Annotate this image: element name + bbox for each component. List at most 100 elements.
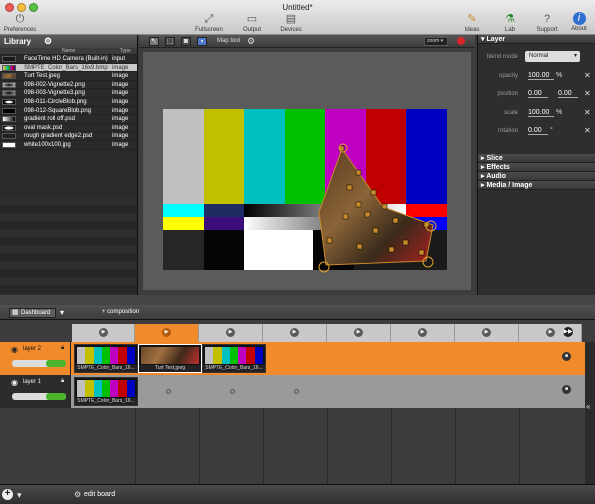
record-icon[interactable] [457,37,465,45]
layer-1-opacity-slider[interactable] [12,393,66,400]
dashboard-tab-bar: ▦ Dashboard ▾ + composition [0,305,595,320]
play-icon: ▶ [226,328,235,337]
column-3[interactable]: ▶ [199,324,263,342]
library-item[interactable]: white100x100.jpg image [0,141,137,150]
fullscreen-button[interactable]: ⤢ Fullscreen [189,12,229,33]
lock-icon[interactable]: 🔒︎ [61,345,64,352]
reset-opacity-icon[interactable]: ✕ [584,71,591,80]
edit-board-button[interactable]: edit board [84,491,115,498]
position-y-input[interactable]: 0.00 [558,90,578,98]
column-6[interactable]: ▶ [391,324,455,342]
library-item[interactable]: gradient roll off.psd image [0,115,137,124]
library-item[interactable]: Turt Test.jpeg image [0,72,137,81]
viewer-toolbar: ↖ ⬚ ◙ ▪ Map tool ⚙ zoom ▾ [139,35,475,48]
clip-turt-test[interactable]: Turt Test.jpeg [138,344,202,373]
layer-2-opacity-slider[interactable] [12,360,66,367]
lab-button[interactable]: ⚗ Lab [490,12,530,33]
support-button[interactable]: ? Support [527,12,567,33]
devices-button[interactable]: ▤ Devices [271,12,311,33]
empty-slot-icon[interactable] [294,389,299,394]
rotation-input[interactable]: 0.00 [528,127,548,135]
section-layer[interactable]: ▾ Layer [478,35,595,44]
column-5[interactable]: ▶ [327,324,391,342]
library-item[interactable]: 098-011-CircleBlob.png image [0,98,137,107]
empty-slot-icon[interactable] [230,389,235,394]
add-menu-chevron-icon[interactable]: ▾ [17,490,22,501]
lock-icon[interactable]: 🔒︎ [61,378,64,385]
clip-smpte-layer1[interactable]: SMPTE_Color_Bars_16... [74,377,138,406]
preferences-button[interactable]: ⏻ Preferences [0,12,40,33]
section-audio[interactable]: ▸ Audio [478,172,595,181]
stop-icon[interactable]: ■ [562,385,571,394]
position-x-input[interactable]: 0.00 [528,90,548,98]
blend-mode-select[interactable]: Normal ▾ [525,51,580,62]
gear-icon[interactable]: ⚙ [247,36,255,47]
layer-properties: blend mode Normal ▾ opacity 100.00 % ✕ po… [478,44,595,154]
gear-icon[interactable]: ⚙ [44,36,52,47]
dashboard-menu-icon[interactable]: ▾ [60,308,64,317]
stop-icon[interactable]: ■ [562,352,571,361]
scale-input[interactable]: 100.00 [528,109,554,117]
ideas-button[interactable]: ✎ Ideas [452,12,492,33]
section-layer-label: Layer [486,36,506,43]
slice-tool-icon[interactable]: ▪ [197,37,207,46]
column-2[interactable]: ▶ [135,324,199,342]
add-icon[interactable]: + [2,489,13,500]
library-item[interactable]: 098-012-SquareBlob.png image [0,107,137,116]
layer-2-header[interactable]: ◉ layer 2 🔒︎ [0,342,71,375]
title-bar: Untitled* ⏻ Preferences ⤢ Fullscreen ▭ Outp… [0,0,595,35]
column-7[interactable]: ▶ [455,324,519,342]
library-item[interactable]: 098-002-Vignette2.png image [0,81,137,90]
library-item[interactable]: rough gradient edge2.psd image [0,132,137,141]
library-item[interactable]: FaceTime HD Camera (Built-in) input [0,55,137,64]
collapse-sidebar-handle[interactable]: « [585,342,595,484]
output-button[interactable]: ▭ Output [232,12,272,33]
blend-mode-value: Normal [529,53,549,59]
reset-position-icon[interactable]: ✕ [584,89,591,98]
clip-smpte-2[interactable]: SMPTE_Color_Bars_16... [202,344,266,373]
fast-forward-icon[interactable]: ▶▶ [562,326,574,338]
library-item[interactable]: SMPTE_Color_Bars_16x9.bmp image [0,63,137,73]
output-stage [143,52,471,290]
section-media-image[interactable]: ▸ Media / Image [478,181,595,190]
clip-label: SMPTE_Color_Bars_16... [75,398,137,405]
section-audio-label: Audio [486,173,507,180]
library-item-name: 098-003-Vignette3.png [24,90,85,97]
empty-slot-icon[interactable] [166,389,171,394]
about-button[interactable]: i About [563,12,595,32]
column-name[interactable]: Name [62,48,75,54]
mask-tool-icon[interactable]: ◙ [181,37,191,46]
library-item[interactable]: oval mask.psd image [0,124,137,133]
chevron-down-icon: ▾ [573,53,577,59]
column-type[interactable]: Type [120,48,131,54]
split-divider[interactable] [0,295,595,305]
dashboard-tab[interactable]: ▦ Dashboard [9,308,56,318]
library-item-type: image [112,98,129,105]
play-icon: ▶ [482,328,491,337]
transform-tool-icon[interactable]: ⬚ [165,37,175,46]
thumbnail-icon [2,124,16,131]
eye-icon[interactable]: ◉ [11,345,18,354]
reset-rotation-icon[interactable]: ✕ [584,126,591,135]
section-effects[interactable]: ▸ Effects [478,163,595,172]
section-slice[interactable]: ▸ Slice [478,154,595,163]
play-icon: ▶ [354,328,363,337]
clip-smpte-1[interactable]: SMPTE_Color_Bars_16... [74,344,138,373]
column-4[interactable]: ▶ [263,324,327,342]
pointer-tool-icon[interactable]: ↖ [149,37,159,46]
blend-mode-label: blend mode [486,54,518,60]
gear-icon[interactable]: ⚙ [74,490,81,499]
opacity-input[interactable]: 100.00 [528,72,554,80]
column-1[interactable]: ▶ [72,324,135,342]
library-title: Library [4,37,32,46]
section-media-image-label: Media / Image [486,182,533,189]
zoom-select[interactable]: zoom ▾ [424,37,448,46]
library-item-name: Turt Test.jpeg [24,73,61,80]
add-composition-button[interactable]: + composition [102,309,139,315]
library-item-type: image [112,116,129,123]
layer-1-header[interactable]: ◉ layer 1 🔒︎ [0,375,71,408]
library-item[interactable]: 098-003-Vignette3.png image [0,89,137,98]
eye-icon[interactable]: ◉ [11,378,18,387]
play-icon: ▶ [290,328,299,337]
reset-scale-icon[interactable]: ✕ [584,108,591,117]
